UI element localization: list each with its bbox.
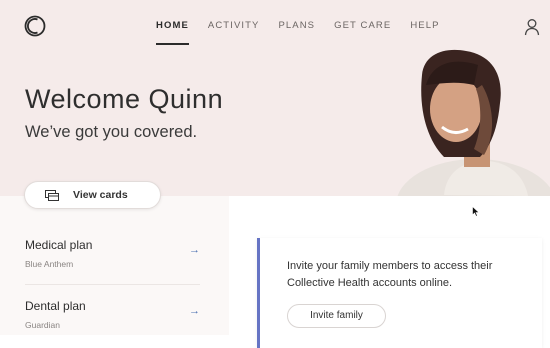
plan-provider: Guardian: [25, 320, 60, 330]
nav-get-care[interactable]: GET CARE: [334, 19, 391, 39]
plan-title: Dental plan: [25, 299, 86, 313]
member-photo: [397, 49, 550, 196]
welcome-title: Welcome Quinn: [25, 84, 224, 114]
nav-help[interactable]: HELP: [410, 19, 439, 39]
plan-title: Medical plan: [25, 238, 93, 252]
main-nav: HOME ACTIVITY PLANS GET CARE HELP: [156, 19, 459, 45]
plan-provider: Blue Anthem: [25, 259, 74, 269]
collective-health-logo[interactable]: [24, 15, 46, 37]
nav-plans[interactable]: PLANS: [278, 19, 315, 39]
mouse-pointer-icon: [472, 206, 480, 217]
divider: [25, 284, 200, 285]
invite-family-button[interactable]: Invite family: [287, 304, 386, 328]
arrow-right-icon: →: [189, 305, 200, 317]
medical-plan-link[interactable]: Medical plan Blue Anthem →: [25, 238, 200, 269]
invite-text: Invite your family members to access the…: [287, 260, 493, 289]
dental-plan-link[interactable]: Dental plan Guardian →: [25, 299, 200, 330]
nav-home[interactable]: HOME: [156, 19, 189, 45]
cards-icon: [45, 189, 59, 201]
user-icon[interactable]: [524, 18, 540, 36]
welcome-subtitle: We’ve got you covered.: [25, 123, 198, 141]
view-cards-label: View cards: [73, 189, 128, 201]
invite-family-card: Invite your family members to access the…: [257, 238, 542, 348]
arrow-right-icon: →: [189, 244, 200, 256]
nav-activity[interactable]: ACTIVITY: [208, 19, 260, 39]
view-cards-button[interactable]: View cards: [24, 181, 161, 209]
